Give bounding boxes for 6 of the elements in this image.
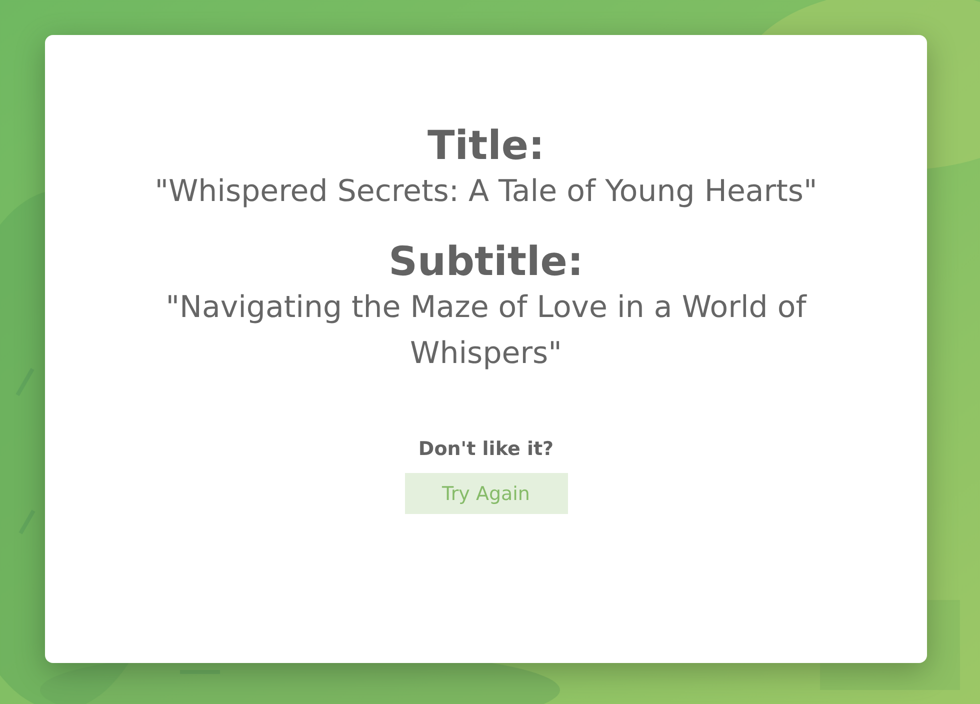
- title-label: Title:: [428, 123, 544, 169]
- prompt-text: Don't like it?: [418, 437, 554, 462]
- try-again-button[interactable]: Try Again: [404, 473, 568, 514]
- title-text: "Whispered Secrets: A Tale of Young Hearts": [154, 173, 818, 211]
- subtitle-text: "Navigating the Maze of Love in a World of Whispers": [164, 289, 808, 373]
- subtitle-label: Subtitle:: [388, 239, 584, 285]
